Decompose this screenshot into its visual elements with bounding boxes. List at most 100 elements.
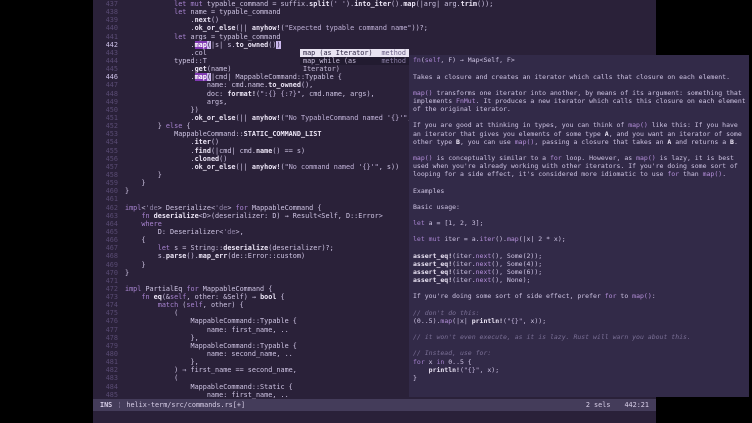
code-token: (), (301, 81, 313, 89)
line-number: 473 (93, 293, 125, 301)
doc-line: an iterator that gives you elements of s… (413, 130, 745, 138)
code-token: If you are good at thinking in types, yo… (413, 121, 628, 129)
code-token: , cmd.name, args), (301, 90, 375, 98)
code-token: next (476, 276, 492, 284)
code-token (125, 212, 141, 220)
code-token: self (425, 56, 441, 64)
code-line[interactable]: 437 let mut typable_command = suffix.spl… (93, 0, 656, 8)
completion-item[interactable]: map_while (as Iterator)method (300, 57, 409, 65)
doc-line: If you're doing some sort of side effect… (413, 292, 745, 300)
code-token: > (227, 204, 235, 212)
line-number: 464 (93, 220, 125, 228)
line-number: 467 (93, 244, 125, 252)
line-number: 481 (93, 358, 125, 366)
doc-line: Takes a closure and creates an iterator … (413, 73, 745, 81)
code-token: (), Some(2)); (491, 252, 542, 260)
line-number: 457 (93, 163, 125, 171)
code-token: looping for a side effect, it's consider… (413, 170, 667, 178)
line-number: 451 (93, 114, 125, 122)
code-token: () (219, 155, 227, 163)
code-token: next (476, 252, 492, 260)
code-token: next (476, 268, 492, 276)
line-number: 453 (93, 130, 125, 138)
code-text: .ok_or_else(|| anyhow!("No command named… (125, 163, 399, 171)
line-number: 444 (93, 57, 125, 65)
code-token: fn (141, 293, 149, 301)
code-token: }) (125, 106, 199, 114)
code-token: . (722, 170, 726, 178)
code-token: }, (125, 358, 199, 366)
code-token: , you can use (460, 138, 515, 146)
line-number: 477 (93, 326, 125, 334)
completion-kind: method (381, 57, 406, 65)
completion-popup[interactable]: map (as Iterator)methodmap_while (as Ite… (300, 49, 409, 65)
doc-line: let mut iter = a.iter().map(|x| 2 * x); (413, 235, 745, 243)
code-line[interactable]: 442 .map(|s| s.to_owned()) (93, 41, 656, 49)
code-token: name = typable_command (186, 8, 280, 16)
line-number: 465 (93, 228, 125, 236)
line-number: 442 (93, 41, 125, 49)
code-token: loop. However, as (562, 154, 636, 162)
code-token: <D>(deserializer: D) → Result<Self, D::E… (199, 212, 383, 220)
code-token: println! (472, 317, 503, 325)
doc-line (413, 195, 745, 203)
code-text: MappableCommand::Typable { (125, 317, 297, 325)
code-text: } (125, 187, 129, 195)
doc-line (413, 301, 745, 309)
code-token: ok_or_else (195, 114, 236, 122)
code-text: name: cmd.name.to_owned(), (125, 81, 313, 89)
code-token: to_owned (236, 41, 269, 49)
completion-item[interactable]: map (as Iterator)method (300, 49, 409, 57)
code-token: . (125, 73, 195, 81)
code-token: . (125, 163, 195, 171)
code-line[interactable]: 440 .ok_or_else(|| anyhow!("Expected typ… (93, 24, 656, 32)
code-token: let mut (413, 235, 440, 243)
code-text: let name = typable_command (125, 8, 281, 16)
code-token: for (236, 204, 248, 212)
code-text: }) (125, 106, 199, 114)
doc-panel[interactable]: fn(self, F) → Map<Self, F> Takes a closur… (409, 55, 749, 397)
code-token: where (141, 220, 161, 228)
code-token: for (605, 292, 617, 300)
line-number: 466 (93, 236, 125, 244)
code-token: name: first_name, .. (125, 326, 289, 334)
code-token: anyhow! (252, 114, 281, 122)
code-token: }, (125, 334, 199, 342)
line-number: 478 (93, 334, 125, 342)
line-number: 443 (93, 49, 125, 57)
code-token: D: Deserializer< (125, 228, 223, 236)
code-text: .ok_or_else(|| anyhow!("No TypableComman… (125, 114, 428, 122)
doc-line: map() is conceptually similar to a for l… (413, 154, 745, 162)
code-line[interactable]: 438 let name = typable_command (93, 8, 656, 16)
line-number: 446 (93, 73, 125, 81)
code-token: (). (186, 252, 198, 260)
code-text: } (125, 269, 129, 277)
code-token: { (182, 122, 190, 130)
code-token: args = typable_command (186, 33, 280, 41)
code-token: to_owned (268, 81, 301, 89)
code-token: , x)); (523, 317, 546, 325)
code-token: of the original iterator. (413, 105, 511, 113)
line-number: 441 (93, 33, 125, 41)
doc-line: (0..5).map(|x| println!("{}", x)); (413, 317, 745, 325)
command-line[interactable] (93, 411, 656, 423)
doc-line: fn(self, F) → Map<Self, F> (413, 56, 745, 64)
code-token: |s| s. (211, 41, 236, 49)
code-text: } else { (125, 122, 190, 130)
code-line[interactable]: 439 .next() (93, 16, 656, 24)
completion-label: map (as Iterator) (303, 49, 373, 57)
code-token: (name) (207, 65, 232, 73)
code-token: . (125, 114, 195, 122)
code-token: for (667, 170, 679, 178)
code-token: . (125, 24, 195, 32)
code-token: impl (125, 204, 141, 212)
code-token: for (413, 358, 425, 366)
code-text: name: first_name, .. (125, 326, 289, 334)
code-token: cloned (195, 155, 220, 163)
line-number: 460 (93, 187, 125, 195)
code-token: name (256, 147, 272, 155)
code-token: , s)) (379, 163, 399, 171)
code-line[interactable]: 441 let args = typable_command (93, 33, 656, 41)
code-token: match (158, 301, 178, 309)
code-token: . (125, 155, 195, 163)
